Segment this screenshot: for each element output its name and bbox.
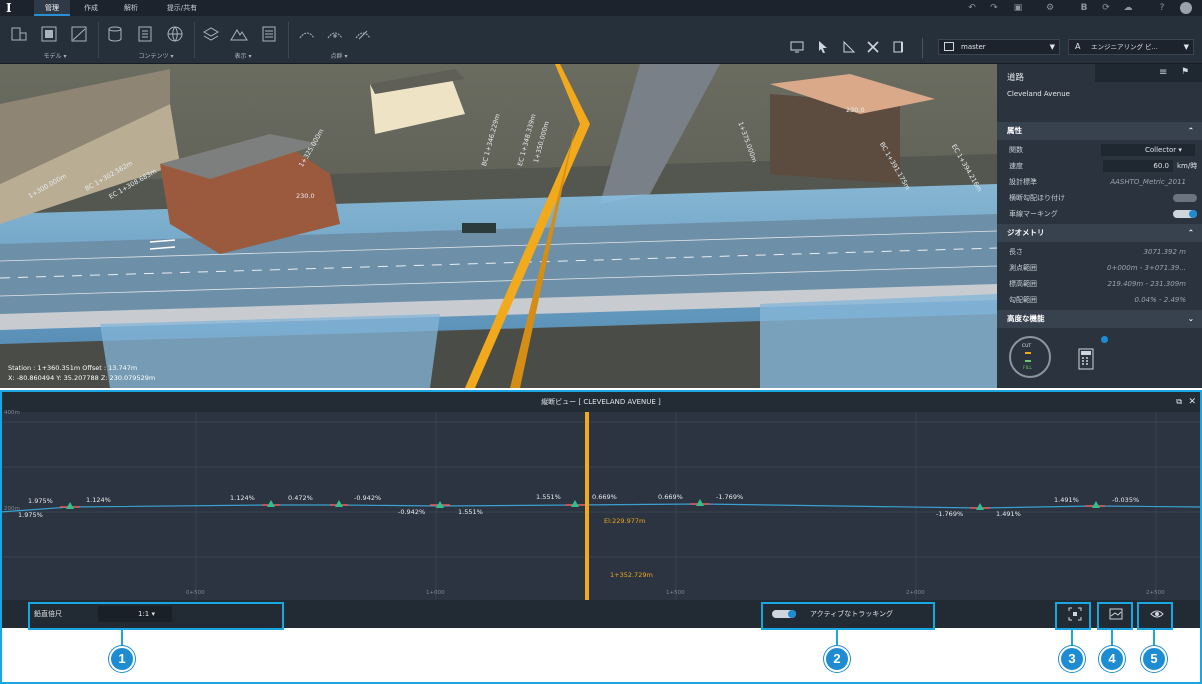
advanced-section-header[interactable]: 高度な機能 ⌄: [997, 310, 1202, 328]
callout-badge-2: 2: [824, 646, 850, 672]
callout-leader: [121, 630, 123, 646]
branch-dropdown[interactable]: master ▼: [938, 39, 1060, 55]
group-label-display[interactable]: 表示 ▾: [218, 51, 268, 60]
ribbon-toolbar: モデル ▾ コンテンツ ▾ 表示 ▾ 点群 ▾ master ▼ A エンジニア…: [0, 16, 1202, 64]
divider: [98, 22, 99, 58]
model-manager-icon[interactable]: [10, 25, 28, 43]
geom-row-elevation-range: 標高範囲 219.409m - 231.309m: [1009, 280, 1186, 288]
callout-box-active-tracking: [761, 602, 935, 630]
cut-fill-button[interactable]: CUT FILL: [1009, 336, 1051, 378]
chevron-down-icon: ▼: [1049, 43, 1055, 51]
callout-leader: [1153, 630, 1155, 646]
cross-tool-icon[interactable]: [866, 40, 880, 54]
callout-leader: [1071, 630, 1073, 646]
divider: [922, 38, 923, 58]
menu-icon[interactable]: ≡: [1159, 67, 1167, 78]
attr-row-function: 関数 Collector ▾: [997, 142, 1202, 158]
cursor-status-line2: X: -80.860494 Y: 35.207788 Z: 230.079529…: [8, 374, 156, 382]
attr-row-lane-marking: 車線マーキング: [997, 206, 1202, 222]
callout-leader: [1111, 630, 1113, 646]
callout-leader: [836, 630, 838, 646]
layers-icon[interactable]: [202, 25, 220, 43]
engineering-view-dropdown[interactable]: A エンジニアリング ビ... ▼: [1068, 39, 1194, 55]
monitor-icon[interactable]: [790, 40, 804, 54]
mountain-icon[interactable]: [230, 25, 248, 43]
callout-box-profile-graph: [1097, 602, 1133, 630]
3d-viewport[interactable]: 1+300.000m BC 1+302.562m EC 1+308.683m 1…: [0, 64, 997, 388]
sync-icon[interactable]: ⟳: [1100, 2, 1112, 14]
info-dot-icon: [1101, 336, 1108, 343]
chevron-up-icon: ⌃: [1187, 126, 1194, 135]
pin-icon[interactable]: ⚑: [1181, 67, 1189, 77]
callout-box-fit-view: [1055, 602, 1091, 630]
callout-box-visibility: [1137, 602, 1173, 630]
geom-row-grade-range: 勾配範囲 0.04% - 2.49%: [1009, 296, 1186, 304]
catalog-icon[interactable]: [136, 25, 154, 43]
model-layers-icon[interactable]: [40, 25, 58, 43]
group-label-pointcloud[interactable]: 点群 ▾: [314, 51, 364, 60]
database-icon[interactable]: [106, 25, 124, 43]
avatar[interactable]: [1180, 2, 1192, 14]
callout-badge-5: 5: [1141, 646, 1167, 672]
callout-badge-1: 1: [109, 646, 135, 672]
group-label-model[interactable]: モデル ▾: [30, 51, 80, 60]
settings-icon[interactable]: ⚙: [1044, 2, 1056, 14]
measure-angle-icon[interactable]: [842, 40, 856, 54]
callout-badge-4: 4: [1099, 646, 1125, 672]
geom-row-station-range: 測点範囲 0+000m - 3+071.39...: [1009, 264, 1186, 272]
app-logo: I: [6, 1, 12, 15]
elevation-label: 230.0: [846, 106, 865, 114]
panel-title: 道路: [1007, 73, 1025, 83]
speed-input[interactable]: 60.0: [1103, 160, 1173, 172]
chevron-up-icon: ⌃: [1187, 228, 1194, 237]
profile-view-outline: [0, 390, 1202, 684]
undo-icon[interactable]: ↶: [966, 2, 978, 14]
divider: [288, 22, 289, 58]
point-cloud-filter-icon[interactable]: [354, 25, 372, 43]
function-dropdown[interactable]: Collector ▾: [1101, 144, 1195, 156]
section-box-icon[interactable]: [892, 40, 906, 54]
branch-value: master: [961, 43, 986, 51]
top-nav-bar: I 管理 作成 解析 提示/共有 ↶ ↷ ▣ ⚙ B ⟳ ☁ ?: [0, 0, 1202, 16]
geometry-section-header[interactable]: ジオメトリ ⌃: [997, 224, 1202, 242]
attr-row-superelevation: 横断勾配ほり付け: [997, 190, 1202, 206]
attr-row-speed: 速度 60.0 km/時: [997, 158, 1202, 174]
callout-box-vertical-scale: [28, 602, 284, 630]
tab-analyze[interactable]: 解析: [116, 0, 146, 16]
group-label-content[interactable]: コンテンツ ▾: [126, 51, 186, 60]
tab-present-share[interactable]: 提示/共有: [160, 0, 204, 16]
attributes-section-header[interactable]: 属性 ⌃: [997, 122, 1202, 140]
elevation-label: 230.0: [296, 192, 315, 200]
list-view-icon[interactable]: [260, 25, 278, 43]
select-cursor-icon[interactable]: [816, 40, 830, 54]
fullscreen-icon[interactable]: ▣: [1012, 2, 1024, 14]
speed-unit: km/時: [1177, 162, 1198, 170]
lane-marking-toggle[interactable]: [1173, 210, 1197, 218]
divider: [194, 22, 195, 58]
point-cloud-icon[interactable]: [298, 25, 316, 43]
panel-subtitle: Cleveland Avenue: [1007, 90, 1070, 98]
engineering-value: エンジニアリング ビ...: [1091, 43, 1158, 51]
tab-create[interactable]: 作成: [76, 0, 106, 16]
chevron-down-icon: ⌄: [1187, 314, 1194, 323]
chevron-down-icon: ▼: [1183, 43, 1189, 51]
globe-icon[interactable]: [166, 25, 184, 43]
properties-panel: ≡ ⚑ 道路 Cleveland Avenue 属性 ⌃ 関数 Collector…: [997, 64, 1202, 388]
geom-row-length: 長さ 3071.392 m: [1009, 248, 1186, 256]
attr-row-design-standard: 設計標準 AASHTO_Metric_2011: [1009, 178, 1186, 186]
superelevation-toggle[interactable]: [1173, 194, 1197, 202]
calculator-icon[interactable]: [1077, 348, 1095, 370]
callout-badge-3: 3: [1059, 646, 1085, 672]
cloud-icon[interactable]: ☁: [1122, 2, 1134, 14]
help-icon[interactable]: ?: [1156, 2, 1168, 14]
engineering-icon: A: [1075, 42, 1081, 51]
bold-b-icon[interactable]: B: [1078, 2, 1090, 14]
branch-icon: [944, 42, 954, 51]
cursor-status-line1: Station : 1+360.351m Offset : 13.747m: [8, 364, 138, 372]
terrain-icon[interactable]: [70, 25, 88, 43]
redo-icon[interactable]: ↷: [988, 2, 1000, 14]
point-cloud-add-icon[interactable]: [326, 25, 344, 43]
tab-manage[interactable]: 管理: [34, 0, 70, 16]
